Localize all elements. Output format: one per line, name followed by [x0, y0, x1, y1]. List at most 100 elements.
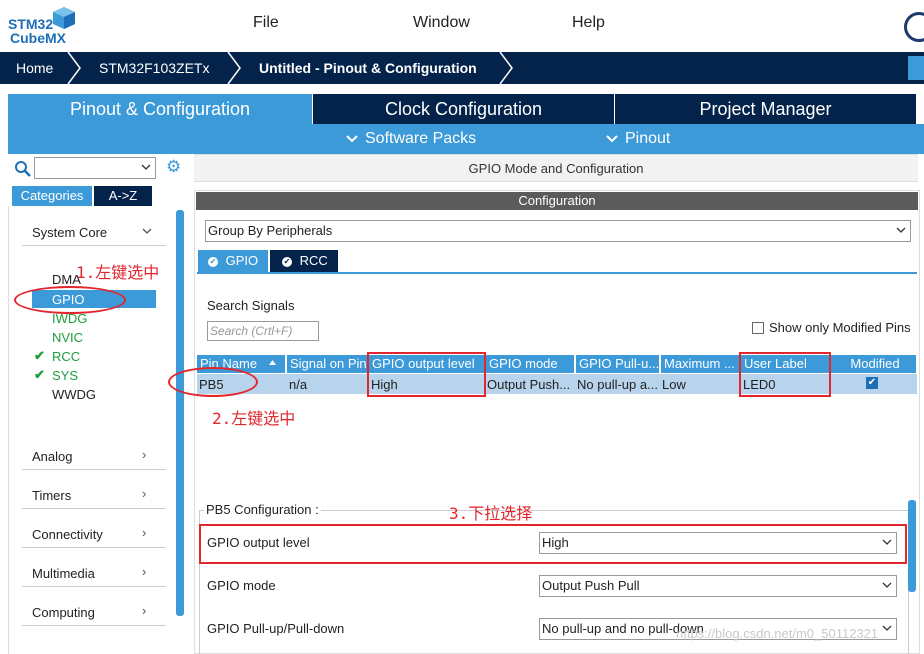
stm32cubemx-logo: STM32 CubeMX: [8, 6, 80, 48]
gpio-mode-select[interactable]: Output Push Pull: [539, 575, 897, 597]
annotation-box-output-level: [367, 352, 486, 397]
gear-icon[interactable]: ⚙: [166, 158, 184, 176]
tab-a-z[interactable]: A->Z: [94, 186, 152, 206]
tab-rcc-label: RCC: [299, 253, 328, 268]
menu-help[interactable]: Help: [572, 14, 605, 32]
menu-window[interactable]: Window: [413, 14, 470, 32]
column-gpio-mode[interactable]: GPIO mode: [486, 355, 575, 373]
annotation-ellipse-pb5: [168, 367, 258, 397]
divider: [22, 547, 166, 548]
divider: [22, 586, 166, 587]
category-search-select[interactable]: [34, 157, 156, 179]
software-packs-menu[interactable]: Software Packs: [365, 130, 476, 148]
divider: [22, 469, 166, 470]
watermark: https://blog.csdn.net/m0_50112321: [676, 626, 879, 641]
chevron-right-icon[interactable]: ›: [142, 486, 146, 501]
category-system-core[interactable]: System Core: [32, 225, 107, 240]
breadcrumb-right-button[interactable]: [908, 56, 924, 80]
tab-underline: [197, 272, 917, 274]
annotation-step-3: 3.下拉选择: [449, 504, 533, 523]
divider: [22, 245, 166, 246]
pinout-menu[interactable]: Pinout: [625, 130, 670, 148]
breadcrumb: Home STM32F103ZETx Untitled - Pinout & C…: [0, 52, 924, 84]
peripheral-nvic[interactable]: NVIC: [52, 330, 83, 345]
search-signals-input[interactable]: Search (Crtl+F): [207, 321, 319, 341]
chevron-right-icon[interactable]: ›: [142, 447, 146, 462]
annotation-ellipse-gpio: [14, 286, 126, 314]
breadcrumb-chevron-icon: [67, 52, 81, 84]
gpio-pull-label: GPIO Pull-up/Pull-down: [207, 621, 345, 636]
tab-clock-configuration[interactable]: Clock Configuration: [313, 94, 614, 124]
configuration-header: Configuration: [196, 192, 918, 210]
app-window: STM32 CubeMX File Window Help Home STM32…: [0, 0, 924, 654]
category-analog[interactable]: Analog: [32, 449, 72, 464]
modified-checkbox[interactable]: ✔: [866, 377, 878, 389]
breadcrumb-chevron-icon: [499, 52, 513, 84]
cell-signal: n/a: [289, 377, 308, 392]
sub-menu-bar: Software Packs Pinout: [8, 124, 924, 154]
column-signal-on-pin[interactable]: Signal on Pin: [287, 355, 368, 373]
logo-text-bottom: CubeMX: [10, 30, 66, 46]
peripheral-rcc[interactable]: RCC: [52, 349, 80, 364]
config-scrollbar[interactable]: [908, 500, 916, 592]
check-icon: ✔: [34, 348, 45, 363]
breadcrumb-current[interactable]: Untitled - Pinout & Configuration: [259, 52, 477, 84]
gpio-mode-value: Output Push Pull: [542, 578, 640, 593]
check-icon: ✔: [34, 367, 45, 382]
group-by-select[interactable]: Group By Peripherals: [205, 220, 911, 242]
search-signals-label: Search Signals: [207, 298, 295, 313]
column-maximum-speed[interactable]: Maximum ...: [661, 355, 740, 373]
category-connectivity[interactable]: Connectivity: [32, 527, 103, 542]
tab-pinout-configuration[interactable]: Pinout & Configuration: [8, 94, 312, 124]
cube-icon: [53, 7, 75, 29]
gpio-mode-label: GPIO mode: [207, 578, 276, 593]
tab-gpio[interactable]: ✔ GPIO: [198, 250, 268, 272]
column-modified[interactable]: Modified: [831, 355, 917, 373]
peripheral-wwdg[interactable]: WWDG: [52, 387, 96, 402]
search-icon[interactable]: [14, 160, 32, 178]
main-tabs: Pinout & Configuration Clock Configurati…: [8, 94, 924, 124]
category-scrollbar[interactable]: [176, 210, 184, 616]
chevron-down-icon: [896, 227, 906, 233]
chevron-right-icon[interactable]: ›: [142, 564, 146, 579]
annotation-step-2: 2.左键选中: [212, 409, 296, 428]
divider: [22, 508, 166, 509]
chevron-right-icon[interactable]: ›: [142, 603, 146, 618]
version-badge-icon: [904, 12, 924, 42]
check-circle-icon: ✔: [282, 256, 292, 267]
tab-gpio-label: GPIO: [225, 253, 259, 268]
sort-ascending-icon: [269, 360, 276, 365]
chevron-right-icon[interactable]: ›: [142, 525, 146, 540]
chevron-down-icon: [882, 625, 892, 631]
chevron-down-icon: [141, 164, 151, 170]
tab-rcc[interactable]: ✔ RCC: [270, 250, 338, 272]
show-modified-checkbox[interactable]: [752, 322, 764, 334]
annotation-box-user-label: [739, 352, 831, 397]
cell-max-speed: Low: [662, 377, 686, 392]
breadcrumb-mcu[interactable]: STM32F103ZETx: [99, 52, 209, 84]
category-multimedia[interactable]: Multimedia: [32, 566, 95, 581]
cell-gpio-pull: No pull-up a...: [577, 377, 658, 392]
annotation-step-1: 1.左键选中: [76, 263, 160, 282]
peripheral-sys[interactable]: SYS: [52, 368, 78, 383]
tab-project-manager[interactable]: Project Manager: [615, 94, 916, 124]
annotation-box-config-row: [199, 524, 907, 564]
divider: [22, 625, 166, 626]
cell-gpio-mode: Output Push...: [487, 377, 571, 392]
chevron-down-icon: [606, 135, 618, 143]
chevron-down-icon[interactable]: [142, 227, 152, 235]
panel-title: GPIO Mode and Configuration: [194, 154, 918, 182]
check-circle-icon: ✔: [208, 256, 218, 267]
breadcrumb-home[interactable]: Home: [16, 52, 53, 84]
show-modified-label: Show only Modified Pins: [769, 320, 911, 335]
chevron-down-icon: [346, 135, 358, 143]
category-computing[interactable]: Computing: [32, 605, 95, 620]
chevron-down-icon: [882, 582, 892, 588]
group-by-value: Group By Peripherals: [208, 223, 333, 238]
pin-config-title: PB5 Configuration :: [204, 502, 321, 517]
category-timers[interactable]: Timers: [32, 488, 71, 503]
tab-categories[interactable]: Categories: [12, 186, 92, 206]
column-gpio-pull[interactable]: GPIO Pull-u...: [576, 355, 660, 373]
breadcrumb-chevron-icon: [227, 52, 241, 84]
menu-file[interactable]: File: [253, 14, 279, 32]
